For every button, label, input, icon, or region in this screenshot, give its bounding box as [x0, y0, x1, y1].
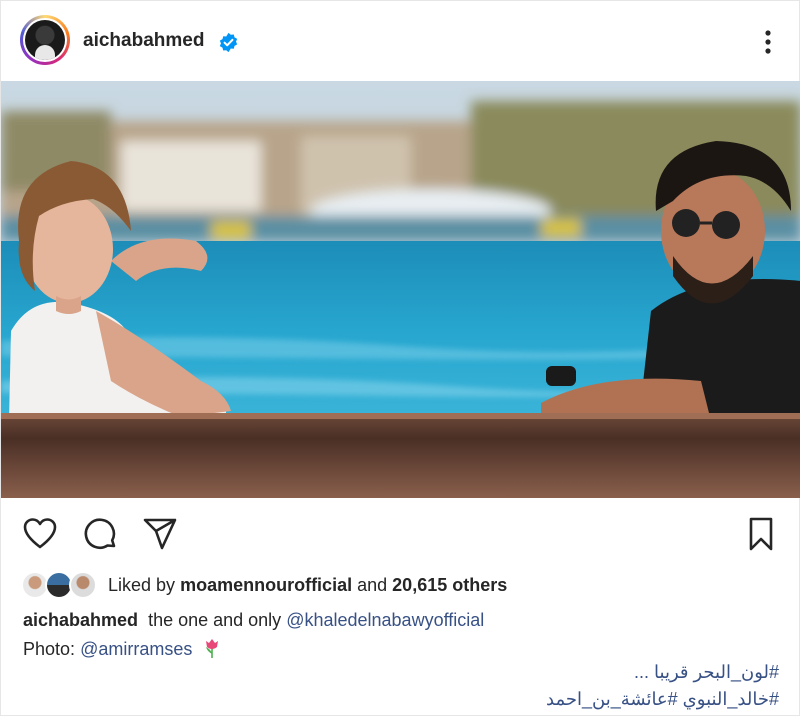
hashtag-line[interactable]: #خالد_النبوي #عائشة_بن_احمد	[546, 689, 779, 710]
avatar[interactable]	[20, 15, 70, 65]
likes-middle: and	[357, 575, 388, 595]
caption: aichabahmed the one and only @khaledelna…	[23, 610, 484, 631]
tulip-icon	[206, 639, 219, 658]
send-icon[interactable]	[142, 516, 178, 552]
avatar	[69, 571, 97, 599]
likes-summary[interactable]: Liked by moamennourofficial and 20,615 o…	[108, 575, 507, 596]
heart-icon[interactable]	[22, 516, 58, 552]
action-bar	[1, 498, 800, 568]
post-image[interactable]	[1, 81, 800, 498]
liked-by-user-link[interactable]: moamennourofficial	[180, 575, 352, 595]
caption-mention-link[interactable]: @khaledelnabawyofficial	[286, 610, 484, 630]
username-link[interactable]: aichabahmed	[83, 30, 204, 52]
likes-prefix: Liked by	[108, 575, 176, 595]
hashtag-line[interactable]: #لون_البحر قريبا ...	[634, 662, 779, 683]
caption-username-link[interactable]: aichabahmed	[23, 610, 138, 630]
more-options-icon[interactable]	[759, 27, 777, 57]
bookmark-icon[interactable]	[743, 516, 779, 552]
photo-credit-mention-link[interactable]: @amirramses	[80, 639, 192, 659]
post-header: aichabahmed	[1, 1, 800, 81]
comment-icon[interactable]	[83, 516, 119, 552]
likes-count-link[interactable]: 20,615 others	[392, 575, 507, 595]
post-card: aichabahmed Liked by moamennourofficial …	[0, 0, 800, 716]
verified-badge-icon	[219, 32, 238, 53]
photo-credit: Photo: @amirramses	[23, 638, 221, 660]
photo-credit-label: Photo:	[23, 639, 76, 659]
caption-text: the one and only	[148, 610, 282, 630]
